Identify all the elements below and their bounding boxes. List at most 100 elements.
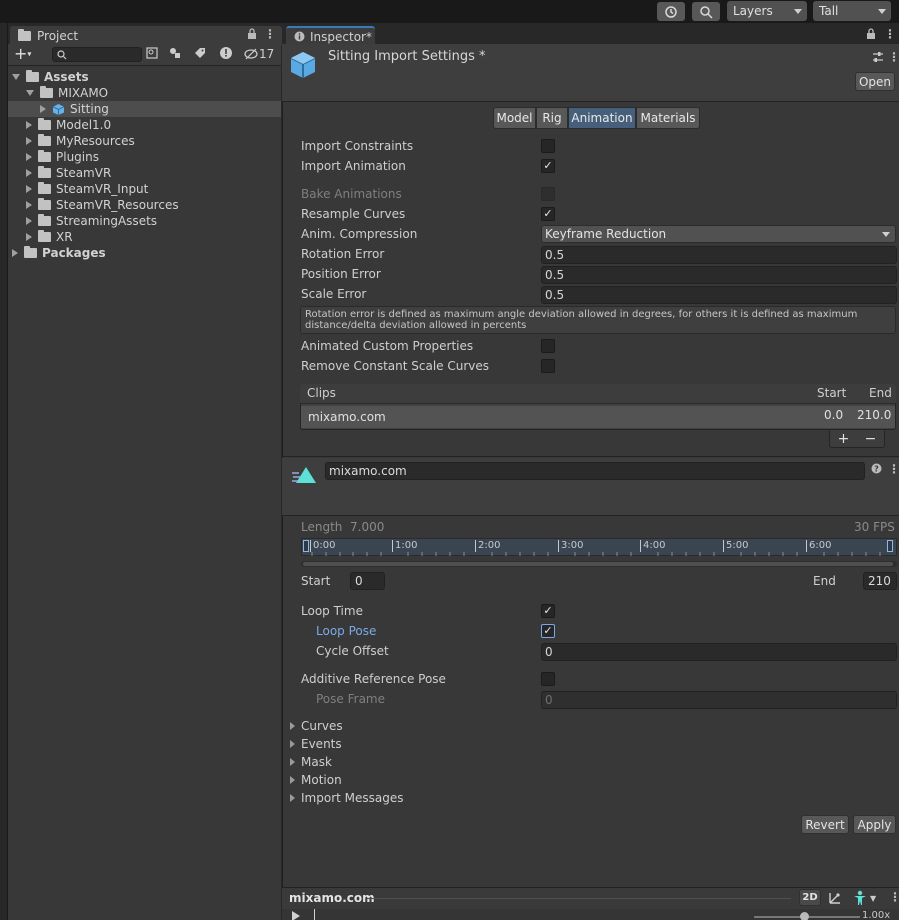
lock-icon[interactable] — [866, 28, 876, 43]
checkmark-icon: ✓ — [543, 624, 553, 637]
clip-row-end: 210.0 — [857, 408, 892, 422]
warning-icon[interactable] — [219, 46, 233, 63]
layers-dropdown[interactable]: Layers — [727, 1, 807, 21]
tree-item-assets[interactable]: Assets — [12, 69, 179, 85]
foldout-motion[interactable]: Motion — [290, 771, 342, 789]
resample-curves-checkbox[interactable]: ✓ — [541, 207, 555, 221]
loop-pose-checkbox[interactable]: ✓ — [541, 624, 555, 638]
help-icon[interactable]: ? — [871, 463, 882, 477]
foldout-label: Import Messages — [301, 791, 404, 805]
speed-slider-thumb[interactable] — [800, 912, 809, 920]
clip-row[interactable] — [301, 406, 895, 428]
tree-item-packages[interactable]: Packages — [12, 245, 179, 261]
tree-item-myresources[interactable]: MyResources — [26, 133, 179, 149]
2d-toggle[interactable]: 2D — [799, 889, 821, 906]
tab-model[interactable]: Model — [493, 107, 536, 129]
lock-icon[interactable] — [247, 28, 257, 43]
tree-item-xr[interactable]: XR — [26, 229, 179, 245]
preview-scrubber[interactable] — [314, 909, 315, 920]
folder-icon — [38, 198, 51, 210]
tree-item-label: Assets — [44, 70, 89, 84]
end-label: End — [813, 574, 836, 588]
foldout-mask[interactable]: Mask — [290, 753, 332, 771]
play-icon[interactable] — [292, 911, 300, 920]
remove-constant-scale-curves-checkbox[interactable] — [541, 359, 555, 373]
clip-end-handle[interactable] — [887, 540, 893, 552]
tree-item-steamvr-input[interactable]: SteamVR_Input — [26, 181, 179, 197]
chevron-right-icon — [26, 121, 32, 129]
clips-header-label: Clips — [307, 386, 336, 400]
rotation-error-field[interactable]: 0.5 — [541, 246, 897, 264]
start-label: Start — [301, 574, 331, 588]
speed-value: 1.00x — [862, 910, 891, 920]
remove-clip-button[interactable]: − — [865, 431, 877, 447]
search-button[interactable] — [692, 2, 720, 21]
tree-item-plugins[interactable]: Plugins — [26, 149, 179, 165]
presets-icon[interactable] — [872, 51, 884, 66]
project-search-input[interactable] — [52, 47, 142, 62]
timeline-scrollbar[interactable] — [301, 561, 897, 567]
folder-icon — [38, 230, 51, 242]
avatar-dropdown[interactable]: ▼ — [852, 890, 876, 906]
tab-rig[interactable]: Rig — [536, 107, 568, 129]
folder-icon — [38, 134, 51, 146]
revert-button[interactable]: Revert — [801, 815, 849, 834]
tree-item-steamvr-resources[interactable]: SteamVR_Resources — [26, 197, 179, 213]
tree-item-label: Plugins — [56, 150, 99, 164]
import-animation-checkbox[interactable]: ✓ — [541, 159, 555, 173]
clip-start-handle[interactable] — [303, 540, 309, 552]
pivot-icon[interactable] — [827, 890, 843, 909]
clips-start-header: Start — [817, 386, 847, 400]
clip-name-input[interactable]: mixamo.com — [325, 462, 865, 480]
import-constraints-checkbox[interactable] — [541, 139, 555, 153]
start-frame-field[interactable]: 0 — [350, 572, 385, 590]
additive-reference-pose-checkbox[interactable] — [541, 672, 555, 686]
loop-time-checkbox[interactable]: ✓ — [541, 604, 555, 618]
folder-icon — [38, 214, 51, 226]
tab-animation[interactable]: Animation — [568, 107, 636, 129]
layout-dropdown[interactable]: Tall — [813, 1, 891, 21]
add-clip-button[interactable]: + — [838, 431, 850, 447]
end-frame-field[interactable]: 210 — [863, 572, 897, 590]
more-options-icon[interactable]: ⋮ — [888, 50, 899, 64]
foldout-import-messages[interactable]: Import Messages — [290, 789, 404, 807]
more-options-icon[interactable]: ⋮ — [264, 28, 276, 40]
chevron-down-icon — [26, 90, 34, 96]
more-options-icon[interactable]: ⋮ — [888, 462, 899, 476]
cycle-offset-field[interactable]: 0 — [541, 643, 897, 661]
create-button[interactable]: +▾ — [14, 45, 31, 64]
search-by-type-icon[interactable] — [146, 47, 158, 62]
timeline-tick-label: 1:00 — [392, 540, 417, 552]
folder-icon — [38, 182, 51, 194]
position-error-field[interactable]: 0.5 — [541, 266, 897, 284]
animated-custom-properties-checkbox[interactable] — [541, 339, 555, 353]
tree-item-label: StreamingAssets — [56, 214, 158, 228]
chevron-right-icon — [26, 153, 32, 161]
model-asset-icon — [289, 50, 317, 83]
more-options-icon[interactable]: ⋮ — [884, 28, 896, 40]
foldout-events[interactable]: Events — [290, 735, 342, 753]
history-icon — [665, 5, 677, 18]
apply-button[interactable]: Apply — [853, 815, 896, 834]
filter-by-type-icon[interactable] — [169, 47, 181, 62]
anim-compression-dropdown[interactable]: Keyframe Reduction — [541, 225, 896, 243]
tab-materials[interactable]: Materials — [636, 107, 700, 129]
history-button[interactable] — [657, 2, 685, 21]
remove-constant-scale-curves-label: Remove Constant Scale Curves — [301, 359, 490, 373]
more-options-icon[interactable]: ⋮ — [889, 890, 899, 904]
chevron-right-icon — [290, 758, 295, 766]
tree-item-steamvr[interactable]: SteamVR — [26, 165, 179, 181]
hidden-packages-toggle[interactable]: 17 — [244, 47, 274, 61]
tree-item-sitting[interactable]: Sitting — [40, 101, 179, 117]
scale-error-field[interactable]: 0.5 — [541, 286, 897, 304]
tree-item-model1[interactable]: Model1.0 — [26, 117, 179, 133]
tree-item-streamingassets[interactable]: StreamingAssets — [26, 213, 179, 229]
tab-project[interactable]: Project — [10, 26, 282, 45]
label-tag-icon[interactable] — [194, 47, 206, 62]
tree-item-mixamo[interactable]: MIXAMO — [26, 85, 179, 101]
tab-inspector[interactable]: Inspector* — [286, 26, 375, 45]
folder-icon — [38, 118, 51, 130]
rotation-error-label: Rotation Error — [301, 247, 385, 261]
foldout-curves[interactable]: Curves — [290, 717, 343, 735]
open-button[interactable]: Open — [855, 72, 895, 91]
